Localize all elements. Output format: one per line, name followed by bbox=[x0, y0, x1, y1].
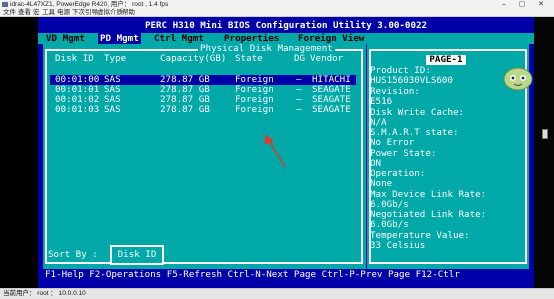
vertical-scrollbar[interactable] bbox=[534, 17, 554, 288]
menu-view[interactable]: 查看 bbox=[18, 9, 31, 17]
window-title: idrac-4L47XZ1, PowerEdge R420, 用户： root … bbox=[10, 1, 169, 8]
sort-by-label: Sort By : bbox=[48, 249, 98, 260]
sort-by-button[interactable]: Disk ID bbox=[110, 245, 164, 265]
app-icon bbox=[2, 2, 8, 7]
prop-temperature-value: 33 Celsius bbox=[370, 240, 426, 251]
window-titlebar: idrac-4L47XZ1, PowerEdge R420, 用户： root … bbox=[0, 0, 554, 9]
floating-assistant-icon[interactable] bbox=[502, 65, 534, 91]
menu-bar: 文件 查看 宏 工具 电源 下次引导 虚拟介质 帮助 bbox=[0, 9, 554, 17]
prop-operation-value: None bbox=[370, 178, 393, 189]
menu-tools[interactable]: 工具 bbox=[42, 9, 55, 17]
prop-smart-value: No Error bbox=[370, 137, 415, 148]
page-indicator: PAGE-1 bbox=[426, 55, 466, 65]
disk-vendor: SEAGATE bbox=[312, 104, 351, 115]
bios-console[interactable]: PERC H310 Mini BIOS Configuration Utilit… bbox=[38, 17, 534, 288]
minimize-icon[interactable]: – bbox=[497, 0, 511, 9]
menu-power[interactable]: 电源 bbox=[57, 9, 70, 17]
column-type: Type bbox=[104, 53, 127, 64]
help-bar: F1-Help F2-Operations F5-Refresh Ctrl-N-… bbox=[38, 269, 534, 283]
bios-heading: PERC H310 Mini BIOS Configuration Utilit… bbox=[144, 20, 428, 31]
prop-revision-value: E516 bbox=[370, 96, 393, 107]
menu-help[interactable]: 帮助 bbox=[122, 9, 135, 17]
maximize-icon[interactable]: ▢ bbox=[515, 0, 529, 9]
column-dg: DG bbox=[294, 53, 306, 64]
column-capacity: Capacity(GB) bbox=[160, 53, 227, 64]
prop-product-id-value: HUS156030VLS600 bbox=[370, 75, 453, 86]
status-text: 当前用户： root ： 10.0.0.10 bbox=[3, 290, 86, 297]
prop-negotiated-link-rate-value: 6.0Gb/s bbox=[370, 219, 409, 230]
disk-capacity: 278.87 GB bbox=[160, 104, 210, 115]
column-state: State bbox=[235, 53, 263, 64]
column-vendor: Vendor bbox=[310, 53, 344, 64]
disk-type: SAS bbox=[104, 104, 121, 115]
disk-id: 00:01:03 bbox=[55, 104, 100, 115]
disk-row[interactable]: 00:01:03 SAS 278.87 GB Foreign – SEAGATE bbox=[50, 105, 356, 115]
menu-virtual-media[interactable]: 虚拟介质 bbox=[97, 9, 123, 17]
column-disk-id: Disk ID bbox=[55, 53, 94, 64]
tab-ctrl-mgmt[interactable]: Ctrl Mgmt bbox=[152, 33, 206, 44]
close-icon[interactable]: ✕ bbox=[534, 0, 548, 9]
disk-state: Foreign bbox=[235, 104, 274, 115]
sort-by-button-label: Disk ID bbox=[114, 249, 160, 261]
disk-dg: – bbox=[296, 104, 302, 115]
tab-pd-mgmt[interactable]: PD Mgmt bbox=[98, 33, 141, 44]
scrollbar-thumb[interactable] bbox=[542, 129, 548, 139]
menu-file[interactable]: 文件 bbox=[3, 9, 16, 17]
menu-macro[interactable]: 宏 bbox=[33, 9, 40, 17]
menu-next-boot[interactable]: 下次引导 bbox=[72, 9, 98, 17]
tab-vd-mgmt[interactable]: VD Mgmt bbox=[44, 33, 87, 44]
status-bar: 当前用户： root ： 10.0.0.10 bbox=[0, 288, 554, 299]
